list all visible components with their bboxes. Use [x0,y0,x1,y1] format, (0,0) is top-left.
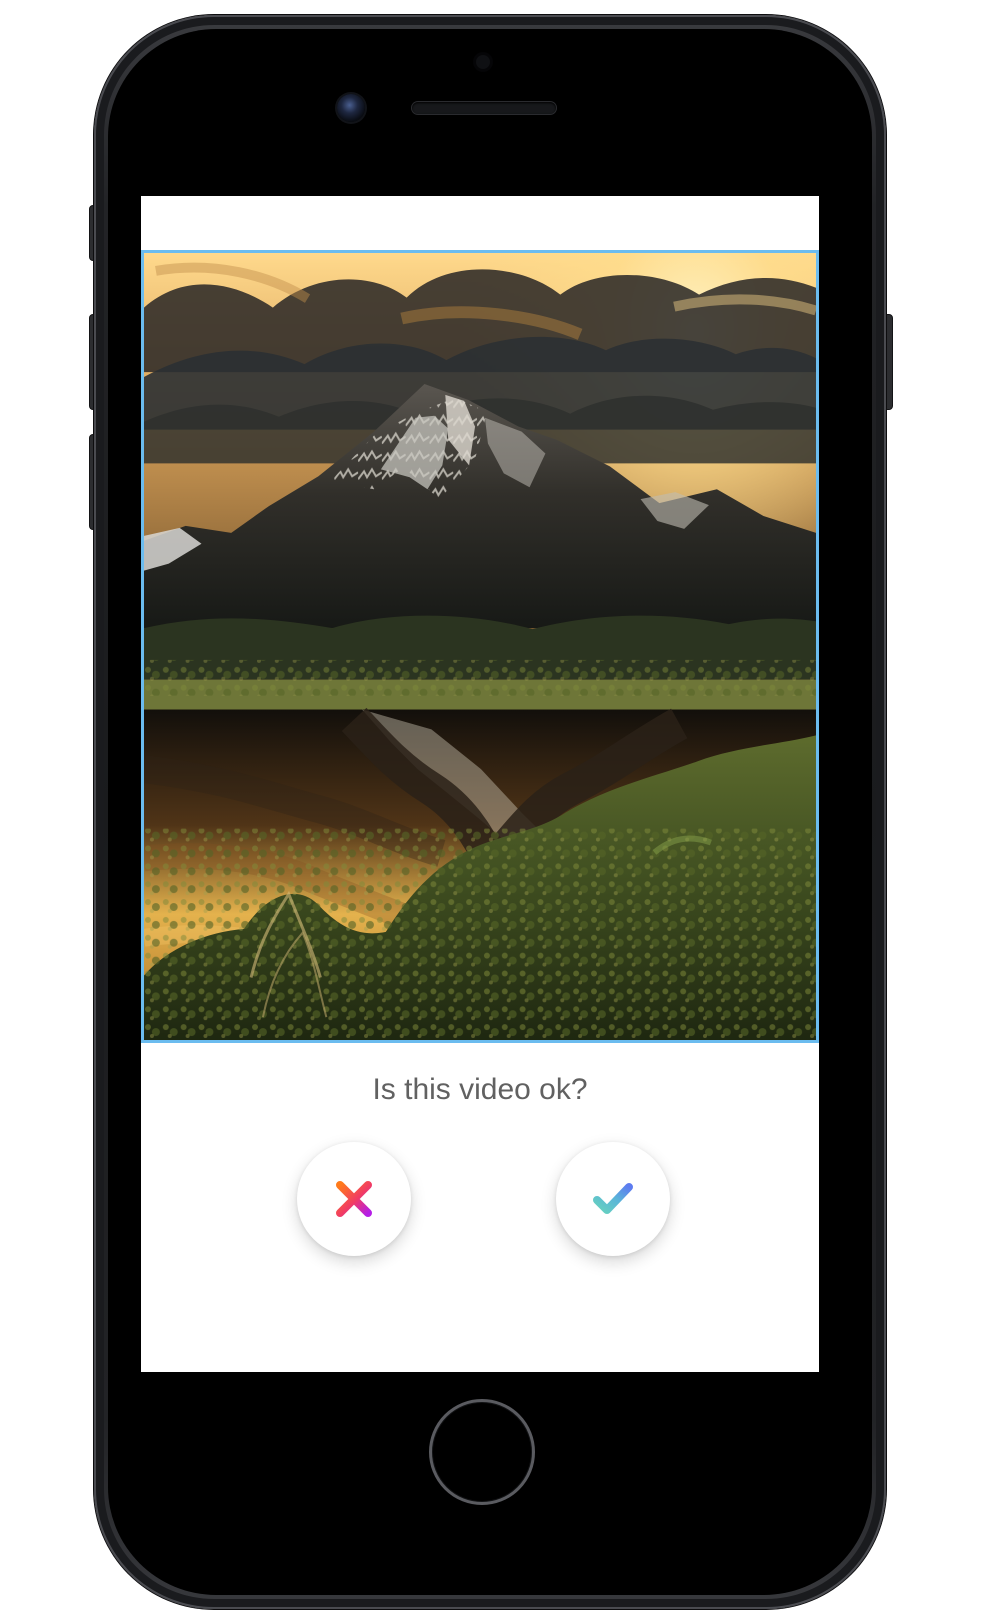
close-icon [336,1181,372,1217]
earpiece-speaker [412,102,556,114]
accept-button[interactable] [556,1142,670,1256]
check-icon [593,1183,633,1214]
confirmation-prompt: Is this video ok? [372,1073,588,1106]
page: Is this video ok? [0,0,990,1624]
front-camera [337,94,365,122]
video-preview[interactable] [141,250,819,1043]
reject-button[interactable] [297,1142,411,1256]
proximity-sensor [476,55,490,69]
phone-screen: Is this video ok? [141,196,819,1372]
home-button[interactable] [429,1399,535,1505]
video-thumbnail [144,253,816,1040]
